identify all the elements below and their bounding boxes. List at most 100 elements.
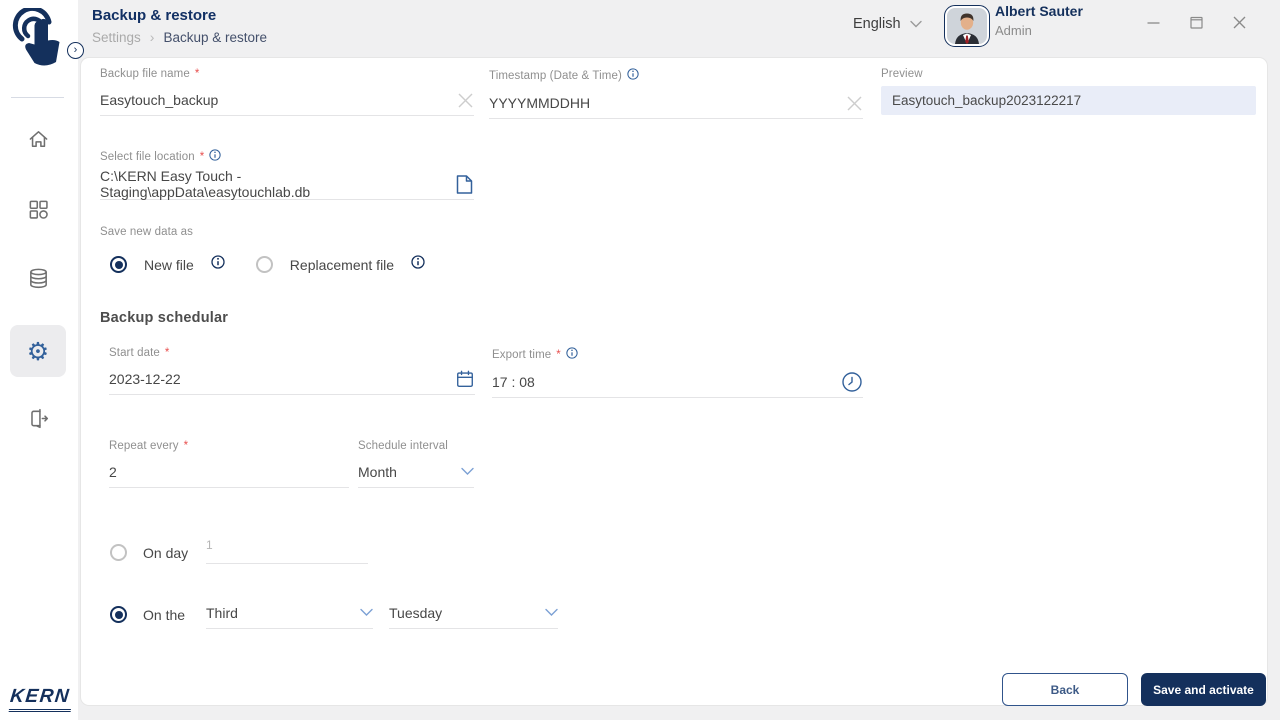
database-icon — [27, 267, 50, 295]
timestamp-field: Timestamp (Date & Time) YYYYMMDDHH — [489, 68, 863, 119]
breadcrumb: Settings › Backup & restore — [92, 29, 267, 45]
clear-x-icon — [458, 93, 473, 107]
backup-file-name-input[interactable]: Easytouch_backup — [100, 92, 218, 108]
clear-timestamp-button[interactable] — [846, 95, 863, 112]
easytouch-logo-icon — [9, 6, 69, 72]
window-controls — [1146, 15, 1246, 29]
close-icon — [1233, 16, 1245, 28]
open-time-picker-button[interactable] — [841, 371, 863, 393]
sidebar-item-settings[interactable]: ⚙ — [10, 325, 66, 377]
file-location-info-icon[interactable] — [209, 149, 221, 164]
chevron-down-icon — [909, 16, 922, 32]
export-time-label: Export time — [492, 348, 552, 361]
on-day-label: On day — [143, 544, 189, 561]
required-marker: * — [183, 440, 189, 452]
timestamp-info-icon[interactable] — [627, 68, 639, 83]
schedule-interval-label: Schedule interval — [358, 440, 448, 452]
chevron-down-icon — [360, 604, 373, 622]
export-time-field: Export time * 17 : 08 — [492, 347, 863, 398]
apps-grid-icon — [27, 198, 50, 226]
new-file-info-icon[interactable] — [211, 255, 225, 274]
start-date-input[interactable]: 2023-12-22 — [109, 371, 181, 387]
backup-scheduler-heading: Backup schedular — [100, 310, 229, 326]
ordinal-value: Third — [206, 604, 238, 621]
preview-field: Preview Easytouch_backup2023122217 — [881, 68, 1256, 115]
sidebar-item-database[interactable] — [10, 255, 66, 307]
on-day-value: 1 — [206, 538, 213, 552]
schedule-interval-value: Month — [358, 464, 397, 480]
backup-file-name-label: Backup file name — [100, 68, 190, 80]
on-day-row: On day — [110, 544, 188, 561]
on-the-row: On the — [110, 606, 185, 623]
clear-x-icon — [847, 96, 862, 110]
close-button[interactable] — [1232, 15, 1246, 29]
sidebar-item-apps[interactable] — [10, 186, 66, 238]
minimize-button[interactable] — [1146, 15, 1160, 29]
save-and-activate-button[interactable]: Save and activate — [1141, 673, 1266, 706]
kern-brand-logo: KERN — [8, 686, 74, 712]
clock-icon — [842, 372, 862, 392]
clear-backup-file-name-button[interactable] — [457, 92, 474, 109]
sidebar-expand-button[interactable]: › — [67, 42, 84, 59]
export-time-input[interactable]: 17 : 08 — [492, 374, 535, 390]
weekday-value: Tuesday — [389, 604, 443, 621]
save-new-data-as-label: Save new data as — [100, 226, 194, 238]
backup-restore-form-panel: Backup file name * Easytouch_backup Time… — [80, 57, 1268, 706]
sidebar-item-home[interactable] — [10, 116, 66, 168]
breadcrumb-current: Backup & restore — [163, 29, 268, 45]
schedule-interval-select[interactable]: Month — [358, 457, 474, 488]
required-marker: * — [199, 150, 205, 163]
file-location-input[interactable]: C:\KERN Easy Touch - Staging\appData\eas… — [100, 168, 455, 200]
logout-icon — [27, 407, 50, 435]
on-day-input[interactable]: 1 — [206, 536, 368, 564]
export-time-info-icon[interactable] — [566, 347, 578, 362]
on-the-radio[interactable] — [110, 606, 127, 623]
backup-file-name-field: Backup file name * Easytouch_backup — [100, 68, 474, 116]
calendar-icon — [457, 370, 473, 387]
sidebar-divider — [11, 97, 64, 98]
browse-file-button[interactable] — [455, 174, 474, 195]
timestamp-input[interactable]: YYYYMMDDHH — [489, 95, 590, 111]
save-new-data-as-options: New file Replacement file — [110, 255, 425, 274]
top-bar: Backup & restore Settings › Backup & res… — [78, 0, 1280, 57]
repeat-every-input[interactable]: 2 — [109, 464, 117, 480]
open-calendar-button[interactable] — [455, 369, 475, 389]
home-icon — [27, 128, 50, 156]
preview-value: Easytouch_backup2023122217 — [881, 86, 1256, 115]
sidebar-item-logout[interactable] — [10, 395, 66, 447]
breadcrumb-separator-icon: › — [149, 29, 155, 45]
repeat-every-field: Repeat every * 2 — [109, 440, 349, 488]
replacement-file-radio[interactable] — [255, 256, 273, 273]
settings-gear-icon: ⚙ — [26, 336, 50, 366]
start-date-label: Start date — [109, 347, 160, 359]
replacement-file-label: Replacement file — [289, 256, 395, 273]
new-file-label: New file — [144, 256, 194, 273]
weekday-select[interactable]: Tuesday — [389, 597, 558, 629]
required-marker: * — [556, 348, 561, 361]
preview-label: Preview — [881, 68, 923, 80]
back-button[interactable]: Back — [1002, 673, 1128, 706]
chevron-down-icon — [461, 463, 474, 481]
avatar-photo — [947, 8, 987, 44]
file-icon — [456, 174, 473, 194]
start-date-field: Start date * 2023-12-22 — [109, 347, 475, 395]
language-label: English — [853, 16, 901, 32]
user-name: Albert Sauter — [995, 3, 1083, 19]
maximize-button[interactable] — [1189, 15, 1203, 29]
timestamp-label: Timestamp (Date & Time) — [489, 69, 622, 82]
user-role: Admin — [995, 23, 1032, 38]
language-selector[interactable]: English — [853, 16, 922, 32]
chevron-right-icon: › — [73, 44, 78, 56]
ordinal-select[interactable]: Third — [206, 597, 373, 629]
breadcrumb-settings[interactable]: Settings — [92, 30, 141, 45]
chevron-down-icon — [545, 604, 558, 622]
on-day-radio[interactable] — [110, 544, 127, 561]
maximize-icon — [1189, 16, 1203, 29]
new-file-radio[interactable] — [110, 256, 127, 273]
file-location-field: Select file location * C:\KERN Easy Touc… — [100, 149, 474, 200]
user-info[interactable]: Albert Sauter Admin — [995, 3, 1083, 38]
file-location-label: Select file location — [100, 150, 195, 163]
user-avatar[interactable] — [944, 5, 990, 47]
replacement-file-info-icon[interactable] — [411, 255, 425, 274]
required-marker: * — [194, 68, 200, 80]
